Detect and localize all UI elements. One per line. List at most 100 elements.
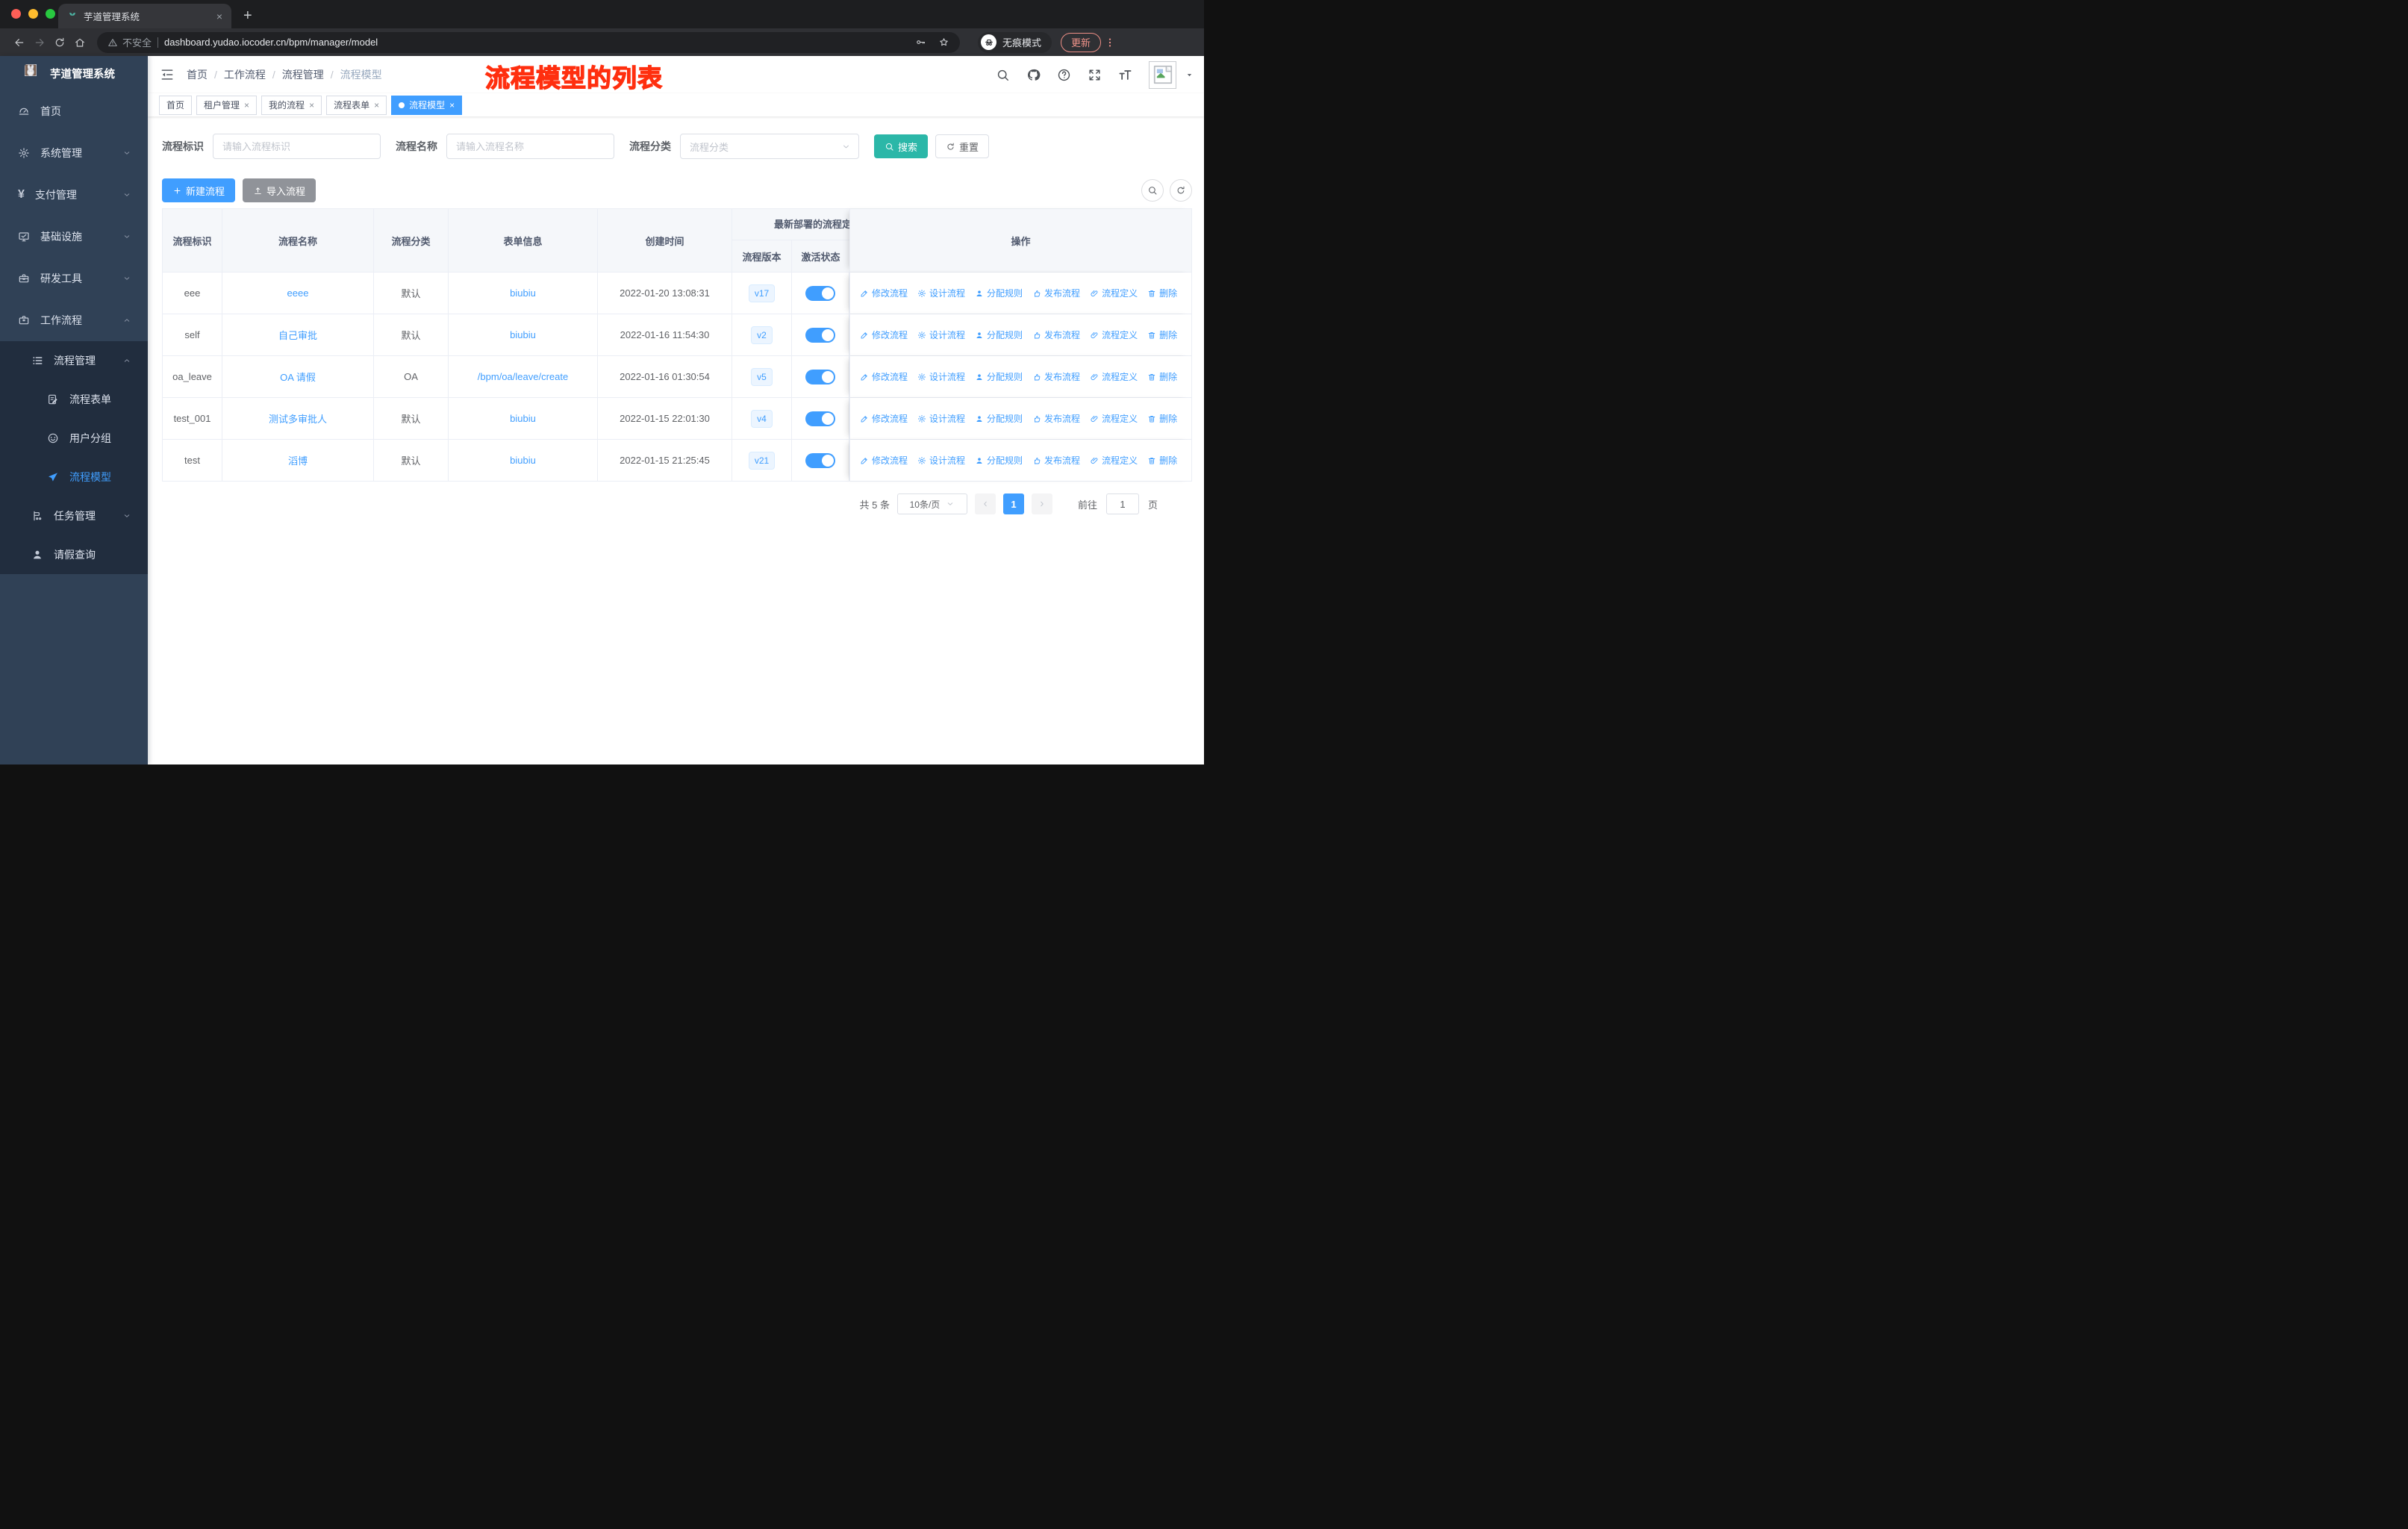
tab-process-model[interactable]: 流程模型 × — [391, 95, 463, 115]
action-assign[interactable]: 分配规则 — [975, 370, 1023, 383]
process-name-link[interactable]: 测试多审批人 — [269, 411, 327, 426]
action-delete[interactable]: 删除 — [1147, 412, 1177, 425]
sidebar-item-task-manage[interactable]: 任务管理 — [0, 496, 148, 535]
reset-button[interactable]: 重置 — [935, 134, 990, 158]
reload-icon[interactable] — [49, 32, 69, 52]
form-link[interactable]: biubiu — [510, 413, 536, 424]
active-toggle[interactable] — [805, 327, 835, 343]
sidebar-item-system[interactable]: 系统管理 — [0, 132, 148, 174]
font-size-icon[interactable] — [1118, 68, 1132, 82]
action-design[interactable]: 设计流程 — [917, 328, 965, 341]
search-button[interactable]: 搜索 — [874, 134, 929, 158]
import-process-button[interactable]: 导入流程 — [243, 178, 316, 202]
tab-home[interactable]: 首页 — [159, 95, 193, 115]
star-icon[interactable] — [938, 37, 949, 48]
new-tab-button[interactable]: + — [243, 8, 252, 23]
goto-page-input[interactable] — [1105, 493, 1139, 514]
action-deploy[interactable]: 发布流程 — [1032, 454, 1080, 467]
avatar-caret-icon[interactable] — [1185, 71, 1194, 79]
active-toggle[interactable] — [805, 369, 835, 384]
page-1-button[interactable]: 1 — [1002, 493, 1024, 514]
active-toggle[interactable] — [805, 285, 835, 301]
fullscreen-icon[interactable] — [1088, 68, 1102, 82]
active-toggle[interactable] — [805, 411, 835, 426]
action-design[interactable]: 设计流程 — [917, 412, 965, 425]
action-deploy[interactable]: 发布流程 — [1032, 370, 1080, 383]
close-icon[interactable]: × — [449, 101, 455, 110]
form-link[interactable]: biubiu — [510, 329, 536, 340]
action-delete[interactable]: 删除 — [1147, 454, 1177, 467]
browser-tab[interactable]: 芋道管理系统 × — [58, 4, 231, 28]
traffic-light-close[interactable] — [11, 9, 21, 19]
process-name-link[interactable]: 滔博 — [288, 453, 308, 467]
avatar[interactable] — [1149, 60, 1176, 89]
next-page-button[interactable] — [1031, 493, 1052, 514]
search-icon[interactable] — [996, 68, 1010, 82]
action-delete[interactable]: 删除 — [1147, 370, 1177, 383]
tab-my-process[interactable]: 我的流程 × — [261, 95, 322, 115]
update-button[interactable]: 更新 — [1061, 32, 1102, 52]
action-modify[interactable]: 修改流程 — [860, 370, 908, 383]
process-name-input[interactable] — [446, 134, 614, 159]
action-modify[interactable]: 修改流程 — [860, 454, 908, 467]
action-modify[interactable]: 修改流程 — [860, 287, 908, 299]
breadcrumb-item[interactable]: 工作流程 — [224, 67, 266, 82]
action-delete[interactable]: 删除 — [1147, 328, 1177, 341]
sidebar-item-process-form[interactable]: 流程表单 — [0, 380, 148, 419]
forward-icon[interactable] — [29, 32, 49, 52]
process-name-link[interactable]: 自己审批 — [278, 328, 317, 342]
close-icon[interactable]: × — [244, 101, 249, 110]
sidebar-item-leave-query[interactable]: 请假查询 — [0, 535, 148, 574]
action-assign[interactable]: 分配规则 — [975, 454, 1023, 467]
prev-page-button[interactable] — [974, 493, 996, 514]
tab-tenant[interactable]: 租户管理 × — [196, 95, 258, 115]
traffic-light-zoom[interactable] — [46, 9, 55, 19]
action-assign[interactable]: 分配规则 — [975, 412, 1023, 425]
active-toggle[interactable] — [805, 452, 835, 468]
tab-process-form[interactable]: 流程表单 × — [326, 95, 387, 115]
sidebar-item-process-manage[interactable]: 流程管理 — [0, 341, 148, 380]
action-design[interactable]: 设计流程 — [917, 287, 965, 299]
action-assign[interactable]: 分配规则 — [975, 328, 1023, 341]
process-category-select[interactable]: 流程分类 — [680, 134, 859, 159]
address-bar[interactable]: 不安全 dashboard.yudao.iocoder.cn/bpm/manag… — [97, 31, 960, 53]
sidebar-item-workflow[interactable]: 工作流程 — [0, 299, 148, 341]
action-design[interactable]: 设计流程 — [917, 370, 965, 383]
action-deploy[interactable]: 发布流程 — [1032, 412, 1080, 425]
action-definition[interactable]: 流程定义 — [1090, 370, 1138, 383]
close-icon[interactable]: × — [374, 101, 379, 110]
process-name-link[interactable]: eeee — [287, 287, 309, 299]
process-name-link[interactable]: OA 请假 — [280, 370, 316, 384]
action-definition[interactable]: 流程定义 — [1090, 412, 1138, 425]
action-modify[interactable]: 修改流程 — [860, 412, 908, 425]
action-definition[interactable]: 流程定义 — [1090, 454, 1138, 467]
action-definition[interactable]: 流程定义 — [1090, 287, 1138, 299]
tab-close-icon[interactable]: × — [216, 11, 222, 22]
sidebar-logo[interactable]: 芋道管理系统 — [0, 56, 148, 90]
action-deploy[interactable]: 发布流程 — [1032, 287, 1080, 299]
sidebar-item-home[interactable]: 首页 — [0, 90, 148, 132]
home-icon[interactable] — [69, 32, 90, 52]
key-icon[interactable] — [915, 37, 926, 48]
sidebar-item-infra[interactable]: 基础设施 — [0, 216, 148, 258]
sidebar-item-user-group[interactable]: 用户分组 — [0, 419, 148, 458]
action-modify[interactable]: 修改流程 — [860, 328, 908, 341]
form-link[interactable]: biubiu — [510, 287, 536, 299]
action-design[interactable]: 设计流程 — [917, 454, 965, 467]
traffic-light-minimize[interactable] — [28, 9, 38, 19]
close-icon[interactable]: × — [309, 101, 314, 110]
sidebar-fold-icon[interactable] — [160, 67, 175, 82]
back-icon[interactable] — [9, 32, 29, 52]
process-key-input[interactable] — [213, 134, 381, 159]
page-size-select[interactable]: 10条/页 — [896, 493, 967, 514]
show-search-button[interactable] — [1141, 179, 1164, 202]
sidebar-item-pay[interactable]: ¥ 支付管理 — [0, 174, 148, 216]
breadcrumb-item[interactable]: 流程管理 — [282, 67, 324, 82]
action-assign[interactable]: 分配规则 — [975, 287, 1023, 299]
breadcrumb-item[interactable]: 首页 — [187, 67, 208, 82]
security-warning[interactable]: 不安全 — [107, 35, 152, 49]
sidebar-item-process-model[interactable]: 流程模型 — [0, 458, 148, 496]
help-icon[interactable] — [1057, 68, 1071, 82]
create-process-button[interactable]: 新建流程 — [162, 178, 236, 202]
form-link[interactable]: /bpm/oa/leave/create — [478, 371, 568, 382]
